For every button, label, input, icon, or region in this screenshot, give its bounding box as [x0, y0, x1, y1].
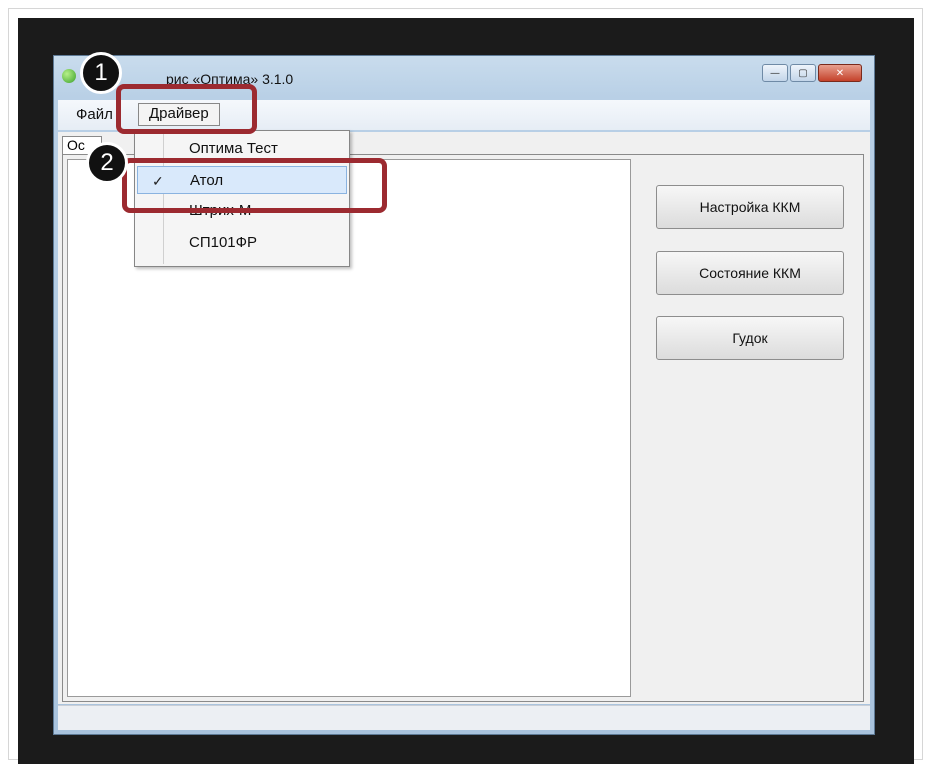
callout-box-step1: [116, 84, 257, 134]
kkm-status-button[interactable]: Состояние ККМ: [656, 251, 844, 295]
status-bar: [58, 705, 870, 730]
beep-button[interactable]: Гудок: [656, 316, 844, 360]
close-button[interactable]: ✕: [818, 64, 862, 82]
menu-file[interactable]: Файл: [76, 106, 113, 123]
step2-badge: 2: [86, 142, 128, 184]
window-controls: — ▢ ✕: [760, 64, 862, 82]
minimize-button[interactable]: —: [762, 64, 788, 82]
menu-item-label: СП101ФР: [189, 234, 258, 251]
callout-box-step2: [122, 158, 387, 213]
app-icon: [62, 69, 76, 83]
menu-item-label: Оптима Тест: [189, 140, 278, 157]
kkm-settings-button[interactable]: Настройка ККМ: [656, 185, 844, 229]
step1-badge: 1: [80, 52, 122, 94]
maximize-button[interactable]: ▢: [790, 64, 816, 82]
menu-item-sp101fr[interactable]: СП101ФР: [137, 229, 347, 257]
